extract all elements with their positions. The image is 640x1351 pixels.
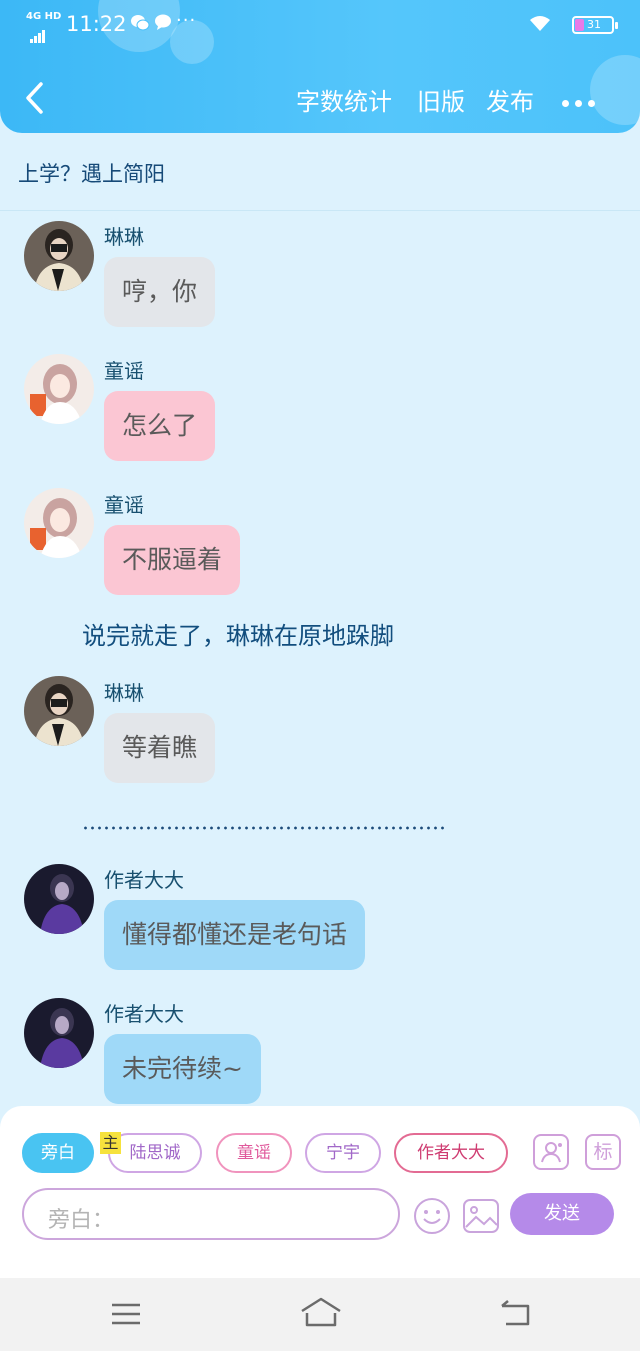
avatar[interactable] bbox=[24, 998, 94, 1068]
status-bar: 4G HD 11:22 ··· 31 bbox=[26, 10, 618, 43]
main-character-tag: 主 bbox=[100, 1132, 121, 1154]
back-icon[interactable] bbox=[22, 80, 48, 116]
dotted-separator bbox=[82, 826, 446, 830]
word-count-button[interactable]: 字数统计 bbox=[296, 82, 392, 117]
message-bubble[interactable]: 哼，你 bbox=[104, 257, 216, 327]
decor-circle bbox=[590, 55, 640, 125]
title-divider bbox=[0, 210, 640, 211]
add-character-icon[interactable] bbox=[533, 1134, 569, 1170]
old-version-button[interactable]: 旧版 bbox=[417, 82, 465, 117]
speaker-name: 琳琳 bbox=[104, 225, 144, 249]
speaker-name: 童谣 bbox=[104, 493, 144, 517]
message-bubble[interactable]: 怎么了 bbox=[104, 391, 216, 461]
battery-icon: 31 bbox=[572, 16, 618, 34]
speaker-name: 作者大大 bbox=[104, 1002, 184, 1026]
avatar[interactable] bbox=[24, 864, 94, 934]
message-bubble[interactable]: 未完待续~ bbox=[104, 1034, 261, 1104]
image-icon[interactable] bbox=[462, 1197, 500, 1235]
speaker-name: 作者大大 bbox=[104, 868, 184, 892]
more-notifications: ··· bbox=[176, 10, 197, 31]
narration-text[interactable]: 说完就走了，琳琳在原地跺脚 bbox=[82, 616, 394, 651]
message-bubble[interactable]: 等着瞧 bbox=[104, 713, 216, 783]
clock: 11:22 bbox=[66, 12, 127, 36]
story-title[interactable]: 上学？遇上简阳 bbox=[18, 158, 165, 188]
back-nav-icon[interactable] bbox=[496, 1296, 536, 1332]
message-icon bbox=[154, 14, 172, 34]
speaker-name: 琳琳 bbox=[104, 681, 144, 705]
message-bubble[interactable]: 懂得都懂还是老句话 bbox=[104, 900, 366, 970]
wechat-icon bbox=[130, 14, 150, 37]
role-author[interactable]: 作者大大 bbox=[394, 1133, 508, 1173]
app-header: 4G HD 11:22 ··· 31 字数统计 旧版 发布 bbox=[0, 0, 640, 133]
avatar[interactable] bbox=[24, 354, 94, 424]
system-nav-bar bbox=[0, 1278, 640, 1351]
input-placeholder: 旁白： bbox=[48, 1208, 115, 1233]
menu-icon[interactable] bbox=[106, 1296, 146, 1332]
avatar[interactable] bbox=[24, 676, 94, 746]
signal-icon bbox=[30, 24, 46, 43]
publish-button[interactable]: 发布 bbox=[486, 82, 534, 117]
avatar[interactable] bbox=[24, 488, 94, 558]
message-bubble[interactable]: 不服逼着 bbox=[104, 525, 241, 595]
avatar[interactable] bbox=[24, 221, 94, 291]
role-tongyao[interactable]: 童谣 bbox=[216, 1133, 292, 1173]
tag-button[interactable]: 标 bbox=[585, 1134, 621, 1170]
message-input[interactable]: 旁白： bbox=[22, 1188, 400, 1240]
emoji-icon[interactable] bbox=[413, 1197, 451, 1235]
speaker-name: 童谣 bbox=[104, 359, 144, 383]
home-icon[interactable] bbox=[299, 1296, 341, 1332]
network-indicator: 4G HD bbox=[26, 11, 62, 22]
role-narrator[interactable]: 旁白 bbox=[22, 1133, 94, 1173]
wifi-icon bbox=[528, 14, 552, 36]
send-button[interactable]: 发送 bbox=[510, 1193, 614, 1235]
role-ningyu[interactable]: 宁宇 bbox=[305, 1133, 381, 1173]
more-icon[interactable] bbox=[562, 92, 601, 111]
role-lu-sicheng[interactable]: 陆思诚 bbox=[108, 1133, 202, 1173]
